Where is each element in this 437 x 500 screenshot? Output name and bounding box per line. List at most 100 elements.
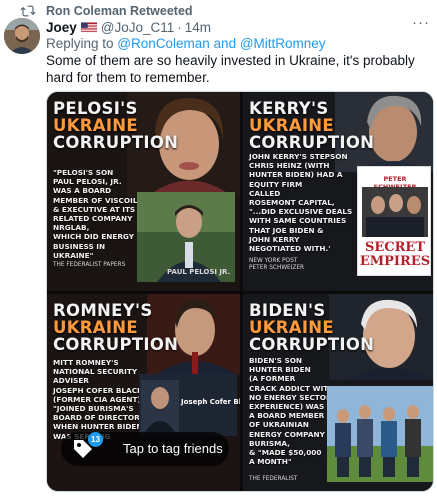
body-line: HUNTER BIDEN) HAD A [249, 170, 343, 180]
author-name[interactable]: Joey [46, 20, 77, 35]
body-line: BIDEN'S SON [249, 356, 303, 365]
body-line: WAS A BOARD [53, 186, 112, 196]
photo-caption: Joseph Cofer Black [181, 398, 240, 406]
body-line: "PELOSI'S SON [53, 168, 114, 177]
tag-count-badge: 13 [88, 432, 103, 447]
panel-body-text: "PELOSI'S SON PAUL PELOSI, JR. WAS A BOA… [53, 168, 137, 260]
body-line: OF UKRAINIAN [249, 420, 309, 430]
media-panel-biden[interactable]: BIDEN'S UKRAINE CORRUPTION BIDEN'S SON H… [243, 294, 433, 491]
panel-title: PELOSI'S UKRAINE CORRUPTION [53, 100, 178, 151]
body-line: ROSEMONT CAPITAL, [249, 198, 335, 208]
tweet-media[interactable]: PELOSI'S UKRAINE CORRUPTION "PELOSI'S SO… [46, 91, 434, 492]
panel-body-text: BIDEN'S SON HUNTER BIDEN (A FORMER CRACK… [249, 356, 334, 466]
panel-source: PETER SCHWEIZER [249, 265, 305, 271]
tag-friends-button[interactable]: 13 Tap to tag friends [61, 432, 229, 466]
panel-title: BIDEN'S UKRAINE CORRUPTION [249, 302, 374, 353]
replying-to: Replying to @RonColeman and @MittRomney [46, 36, 326, 51]
body-line: NEGOTIATED WITH.' [249, 244, 331, 254]
panel-body-text: JOHN KERRY'S STEPSON CHRIS HEINZ (WITH H… [249, 152, 352, 253]
timestamp[interactable]: 14m [185, 20, 211, 35]
replying-prefix: Replying to [46, 36, 118, 51]
panel-source: THE FEDERALIST PAPERS [53, 262, 126, 268]
body-line: "JOINED BURISMA'S [53, 404, 134, 414]
body-line: JOHN KERRY'S STEPSON [249, 152, 348, 161]
body-line: NATIONAL SECURITY [53, 367, 138, 377]
body-line: WHEN HUNTER BIDEN [53, 422, 143, 432]
body-line: EQUITY FIRM [249, 179, 303, 189]
retweet-icon [20, 5, 36, 17]
media-panel-kerry[interactable]: KERRY'S UKRAINE CORRUPTION JOHN KERRY'S … [243, 92, 433, 291]
panel-title-line2: UKRAINE [249, 318, 334, 337]
body-line: BUSINESS IN [53, 241, 106, 251]
avatar[interactable] [4, 18, 40, 54]
panel-title-line1: BIDEN'S [249, 301, 326, 320]
body-line: (FORMER CIA AGENT) [53, 394, 141, 404]
body-line: A MONTH" [249, 457, 292, 467]
separator-dot: · [177, 19, 182, 35]
panel-title-line1: ROMNEY'S [53, 301, 153, 320]
more-options-icon[interactable]: ··· [411, 15, 431, 33]
mention-roncoleman[interactable]: @RonColeman [117, 36, 210, 51]
body-line: CALLED [249, 188, 281, 198]
panel-source: THE FEDERALIST [249, 476, 298, 482]
panel-body-text: MITT ROMNEY'S NATIONAL SECURITY ADVISER … [53, 358, 145, 441]
tweet-text: Some of them are so heavily invested in … [46, 53, 415, 85]
body-line: NRGLAB, [53, 223, 90, 233]
body-line: & "MADE $50,000 [249, 448, 322, 458]
body-line: JOSEPH COFER BLACK [53, 385, 143, 395]
body-line: EXPERIENCE) WAS [249, 402, 325, 412]
book-title: SECRET EMPIRES [358, 241, 432, 269]
body-line: WHICH DID ENERGY [53, 232, 135, 242]
body-line: THAT JOE BIDEN & [249, 225, 324, 235]
photo-caption: PAUL PELOSI JR. [167, 268, 231, 276]
body-line: NO ENERGY SECTOR [249, 392, 332, 402]
body-line: MEMBER OF VISCOIL [53, 195, 138, 205]
us-flag-icon [80, 21, 97, 33]
book-title-line: SECRET [364, 240, 426, 255]
author-handle[interactable]: @JoJo_C11 [101, 20, 175, 35]
body-line: RELATED COMPANY [53, 214, 133, 224]
body-line: WITH SAME COUNTRIES [249, 216, 347, 226]
panel-title-line2: UKRAINE [53, 318, 138, 337]
cofer-black-card: Joseph Cofer Black [139, 374, 240, 436]
panel-title-line2: UKRAINE [53, 116, 138, 135]
book-cover: PETER SCHWEIZER SECRET EMPIRES [357, 166, 431, 276]
panel-title-line1: KERRY'S [249, 99, 329, 118]
body-line: MITT ROMNEY'S [53, 358, 119, 367]
panel-title-line1: PELOSI'S [53, 99, 138, 118]
panel-title-line3: CORRUPTION [53, 335, 179, 354]
cofer-black-photo [141, 380, 179, 432]
retweet-label: Ron Coleman Retweeted [46, 4, 193, 18]
panel-source: NEW YORK POST [249, 258, 298, 264]
body-line: HUNTER BIDEN [249, 365, 311, 375]
body-line: ENERGY COMPANY [249, 429, 325, 439]
avatar-photo [4, 18, 40, 54]
panel-title-line3: CORRUPTION [53, 133, 179, 152]
panel-title: ROMNEY'S UKRAINE CORRUPTION [53, 302, 178, 353]
mention-mittromney[interactable]: @MittRomney [240, 36, 326, 51]
body-line: JOHN KERRY [249, 234, 300, 244]
body-line: "...DID EXCLUSIVE DEALS [249, 207, 353, 217]
retweet-indicator[interactable]: Ron Coleman Retweeted [20, 3, 193, 19]
panel-title-line3: CORRUPTION [249, 133, 375, 152]
body-line: A BOARD MEMBER [249, 411, 325, 421]
golf-group-photo [327, 386, 433, 482]
body-line: ADVISER [53, 376, 89, 386]
body-line: CRACK ADDICT WITH [249, 383, 335, 393]
media-panel-pelosi[interactable]: PELOSI'S UKRAINE CORRUPTION "PELOSI'S SO… [47, 92, 240, 291]
tag-friends-label: Tap to tag friends [123, 441, 223, 456]
panel-title: KERRY'S UKRAINE CORRUPTION [249, 100, 374, 151]
book-title-line: EMPIRES [359, 254, 431, 269]
body-line: BOARD OF DIRECTORS [53, 413, 145, 423]
body-line: UKRAINE" [53, 250, 94, 260]
body-line: CHRIS HEINZ (WITH [249, 161, 330, 171]
body-line: (A FORMER [249, 374, 296, 384]
tweet-header: Joey @JoJo_C11 · 14m [46, 18, 431, 36]
body-line: PAUL PELOSI, JR. [53, 177, 122, 187]
body-line: BURISMA, [249, 438, 290, 448]
book-cover-photos [362, 187, 428, 237]
panel-title-line3: CORRUPTION [249, 335, 375, 354]
panel-title-line2: UKRAINE [249, 116, 334, 135]
body-line: & EXECUTIVE AT ITS [53, 204, 136, 214]
mention-join[interactable]: and [210, 36, 240, 51]
